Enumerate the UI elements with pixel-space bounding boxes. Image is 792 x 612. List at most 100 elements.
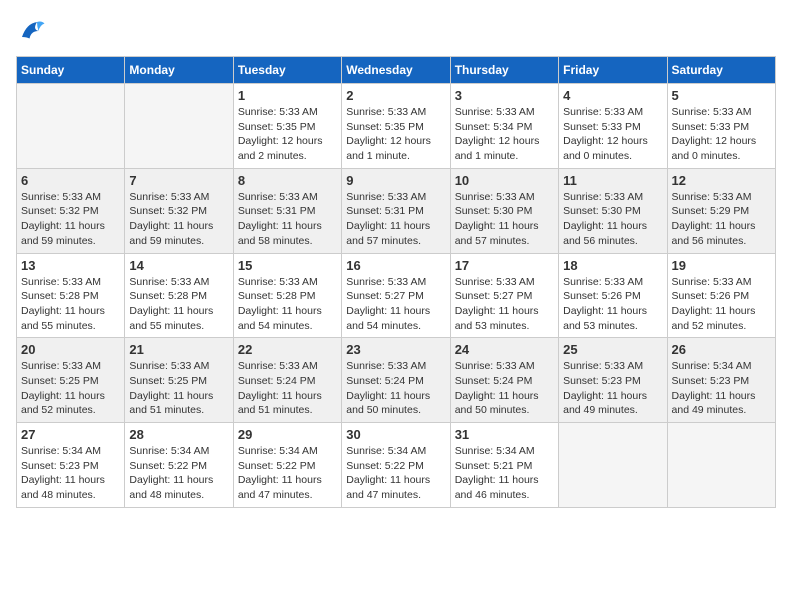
calendar-cell: 18 Sunrise: 5:33 AMSunset: 5:26 PMDayligh… [559, 253, 667, 338]
cell-details: Sunrise: 5:33 AMSunset: 5:32 PMDaylight:… [129, 190, 228, 249]
page-header [16, 16, 776, 46]
cell-details: Sunrise: 5:33 AMSunset: 5:30 PMDaylight:… [563, 190, 662, 249]
calendar-cell: 6 Sunrise: 5:33 AMSunset: 5:32 PMDaylight… [17, 168, 125, 253]
weekday-header-tuesday: Tuesday [233, 57, 341, 84]
day-number: 4 [563, 88, 662, 103]
calendar-cell: 4 Sunrise: 5:33 AMSunset: 5:33 PMDaylight… [559, 84, 667, 169]
cell-details: Sunrise: 5:33 AMSunset: 5:26 PMDaylight:… [563, 275, 662, 334]
day-number: 21 [129, 342, 228, 357]
day-number: 23 [346, 342, 445, 357]
calendar-cell [667, 423, 775, 508]
calendar-cell: 17 Sunrise: 5:33 AMSunset: 5:27 PMDayligh… [450, 253, 558, 338]
cell-details: Sunrise: 5:33 AMSunset: 5:28 PMDaylight:… [238, 275, 337, 334]
day-number: 6 [21, 173, 120, 188]
calendar-cell: 28 Sunrise: 5:34 AMSunset: 5:22 PMDayligh… [125, 423, 233, 508]
day-number: 17 [455, 258, 554, 273]
cell-details: Sunrise: 5:33 AMSunset: 5:23 PMDaylight:… [563, 359, 662, 418]
calendar-cell: 14Sunrise: 5:33 AMSunset: 5:28 PMDayligh… [125, 253, 233, 338]
calendar-cell: 22 Sunrise: 5:33 AMSunset: 5:24 PMDayligh… [233, 338, 341, 423]
day-number: 3 [455, 88, 554, 103]
day-number: 8 [238, 173, 337, 188]
day-number: 11 [563, 173, 662, 188]
calendar-cell: 8 Sunrise: 5:33 AMSunset: 5:31 PMDaylight… [233, 168, 341, 253]
calendar-week-row: 20 Sunrise: 5:33 AMSunset: 5:25 PMDayligh… [17, 338, 776, 423]
weekday-header-thursday: Thursday [450, 57, 558, 84]
calendar-week-row: 27Sunrise: 5:34 AMSunset: 5:23 PMDayligh… [17, 423, 776, 508]
calendar-cell: 1 Sunrise: 5:33 AMSunset: 5:35 PMDaylight… [233, 84, 341, 169]
cell-details: Sunrise: 5:33 AMSunset: 5:31 PMDaylight:… [238, 190, 337, 249]
cell-details: Sunrise: 5:34 AMSunset: 5:23 PMDaylight:… [21, 444, 120, 503]
cell-details: Sunrise: 5:33 AMSunset: 5:31 PMDaylight:… [346, 190, 445, 249]
cell-details: Sunrise: 5:33 AMSunset: 5:29 PMDaylight:… [672, 190, 771, 249]
cell-details: Sunrise: 5:34 AMSunset: 5:22 PMDaylight:… [238, 444, 337, 503]
calendar-cell: 25 Sunrise: 5:33 AMSunset: 5:23 PMDayligh… [559, 338, 667, 423]
calendar-cell [17, 84, 125, 169]
calendar-cell: 29 Sunrise: 5:34 AMSunset: 5:22 PMDayligh… [233, 423, 341, 508]
weekday-header-wednesday: Wednesday [342, 57, 450, 84]
calendar-cell: 24Sunrise: 5:33 AMSunset: 5:24 PMDayligh… [450, 338, 558, 423]
cell-details: Sunrise: 5:33 AMSunset: 5:32 PMDaylight:… [21, 190, 120, 249]
weekday-header-saturday: Saturday [667, 57, 775, 84]
calendar-week-row: 1 Sunrise: 5:33 AMSunset: 5:35 PMDaylight… [17, 84, 776, 169]
cell-details: Sunrise: 5:33 AMSunset: 5:24 PMDaylight:… [346, 359, 445, 418]
weekday-header-sunday: Sunday [17, 57, 125, 84]
cell-details: Sunrise: 5:33 AMSunset: 5:24 PMDaylight:… [238, 359, 337, 418]
day-number: 29 [238, 427, 337, 442]
weekday-header-monday: Monday [125, 57, 233, 84]
day-number: 26 [672, 342, 771, 357]
cell-details: Sunrise: 5:33 AMSunset: 5:33 PMDaylight:… [563, 105, 662, 164]
day-number: 15 [238, 258, 337, 273]
cell-details: Sunrise: 5:33 AMSunset: 5:27 PMDaylight:… [346, 275, 445, 334]
calendar-cell: 9 Sunrise: 5:33 AMSunset: 5:31 PMDaylight… [342, 168, 450, 253]
cell-details: Sunrise: 5:34 AMSunset: 5:21 PMDaylight:… [455, 444, 554, 503]
calendar-cell: 16 Sunrise: 5:33 AMSunset: 5:27 PMDayligh… [342, 253, 450, 338]
cell-details: Sunrise: 5:33 AMSunset: 5:24 PMDaylight:… [455, 359, 554, 418]
day-number: 22 [238, 342, 337, 357]
day-number: 30 [346, 427, 445, 442]
day-number: 12 [672, 173, 771, 188]
calendar-cell: 31 Sunrise: 5:34 AMSunset: 5:21 PMDayligh… [450, 423, 558, 508]
calendar-cell: 23 Sunrise: 5:33 AMSunset: 5:24 PMDayligh… [342, 338, 450, 423]
weekday-header-friday: Friday [559, 57, 667, 84]
cell-details: Sunrise: 5:33 AMSunset: 5:33 PMDaylight:… [672, 105, 771, 164]
cell-details: Sunrise: 5:33 AMSunset: 5:28 PMDaylight:… [21, 275, 120, 334]
calendar-cell: 13 Sunrise: 5:33 AMSunset: 5:28 PMDayligh… [17, 253, 125, 338]
cell-details: Sunrise: 5:34 AMSunset: 5:22 PMDaylight:… [346, 444, 445, 503]
calendar-cell: 19Sunrise: 5:33 AMSunset: 5:26 PMDayligh… [667, 253, 775, 338]
calendar-cell: 2 Sunrise: 5:33 AMSunset: 5:35 PMDaylight… [342, 84, 450, 169]
calendar-cell: 5Sunrise: 5:33 AMSunset: 5:33 PMDaylight… [667, 84, 775, 169]
calendar-cell: 7 Sunrise: 5:33 AMSunset: 5:32 PMDaylight… [125, 168, 233, 253]
day-number: 25 [563, 342, 662, 357]
calendar-cell: 12 Sunrise: 5:33 AMSunset: 5:29 PMDayligh… [667, 168, 775, 253]
cell-details: Sunrise: 5:33 AMSunset: 5:28 PMDaylight:… [129, 275, 228, 334]
calendar-cell: 11 Sunrise: 5:33 AMSunset: 5:30 PMDayligh… [559, 168, 667, 253]
day-number: 13 [21, 258, 120, 273]
calendar-week-row: 6 Sunrise: 5:33 AMSunset: 5:32 PMDaylight… [17, 168, 776, 253]
day-number: 10 [455, 173, 554, 188]
cell-details: Sunrise: 5:33 AMSunset: 5:25 PMDaylight:… [129, 359, 228, 418]
calendar-table: SundayMondayTuesdayWednesdayThursdayFrid… [16, 56, 776, 508]
calendar-cell: 15 Sunrise: 5:33 AMSunset: 5:28 PMDayligh… [233, 253, 341, 338]
day-number: 31 [455, 427, 554, 442]
day-number: 28 [129, 427, 228, 442]
logo [16, 16, 50, 46]
calendar-cell: 26Sunrise: 5:34 AMSunset: 5:23 PMDayligh… [667, 338, 775, 423]
day-number: 7 [129, 173, 228, 188]
cell-details: Sunrise: 5:33 AMSunset: 5:26 PMDaylight:… [672, 275, 771, 334]
day-number: 20 [21, 342, 120, 357]
calendar-header-row: SundayMondayTuesdayWednesdayThursdayFrid… [17, 57, 776, 84]
calendar-cell: 30 Sunrise: 5:34 AMSunset: 5:22 PMDayligh… [342, 423, 450, 508]
day-number: 16 [346, 258, 445, 273]
cell-details: Sunrise: 5:33 AMSunset: 5:35 PMDaylight:… [346, 105, 445, 164]
day-number: 2 [346, 88, 445, 103]
cell-details: Sunrise: 5:33 AMSunset: 5:27 PMDaylight:… [455, 275, 554, 334]
cell-details: Sunrise: 5:34 AMSunset: 5:22 PMDaylight:… [129, 444, 228, 503]
day-number: 18 [563, 258, 662, 273]
logo-bird-icon [16, 16, 46, 46]
calendar-cell [125, 84, 233, 169]
day-number: 1 [238, 88, 337, 103]
cell-details: Sunrise: 5:33 AMSunset: 5:35 PMDaylight:… [238, 105, 337, 164]
calendar-cell: 3Sunrise: 5:33 AMSunset: 5:34 PMDaylight… [450, 84, 558, 169]
day-number: 9 [346, 173, 445, 188]
calendar-cell: 20Sunrise: 5:33 AMSunset: 5:25 PMDayligh… [17, 338, 125, 423]
